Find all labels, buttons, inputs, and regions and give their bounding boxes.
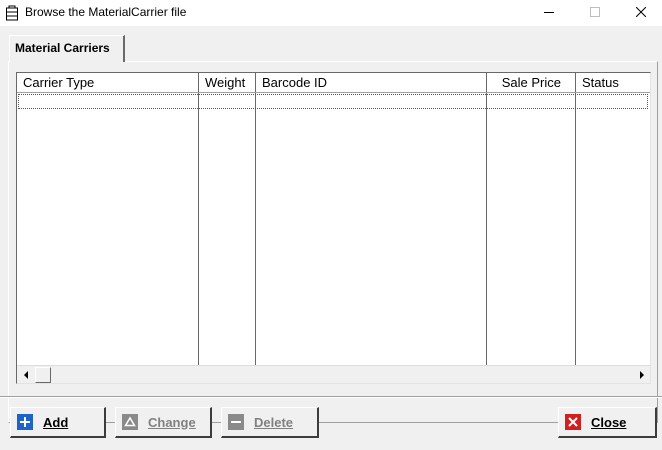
edit-icon (122, 414, 138, 430)
window-close-button[interactable] (618, 0, 662, 26)
column-line (199, 93, 256, 365)
column-header-barcode-id[interactable]: Barcode ID (256, 73, 487, 92)
minimize-icon (544, 6, 554, 20)
horizontal-scrollbar[interactable] (17, 365, 650, 383)
minimize-button[interactable] (526, 0, 572, 26)
scroll-left-button[interactable] (17, 367, 34, 383)
column-header-status[interactable]: Status (576, 73, 650, 92)
maximize-icon (590, 6, 600, 20)
close-button[interactable]: Close (558, 407, 657, 438)
carrier-list[interactable]: Carrier Type Weight Barcode ID Sale Pric… (16, 72, 651, 384)
title-bar[interactable]: Browse the MaterialCarrier file (0, 0, 662, 26)
tab-material-carriers[interactable]: Material Carriers (9, 35, 125, 62)
column-header-weight[interactable]: Weight (199, 73, 256, 92)
client-area: Material Carriers Carrier Type Weight Ba… (0, 26, 662, 450)
scroll-thumb[interactable] (35, 367, 51, 383)
column-header-carrier-type[interactable]: Carrier Type (17, 73, 199, 92)
close-icon (565, 414, 581, 430)
tab-label: Material Carriers (15, 41, 110, 55)
column-header-sale-price[interactable]: Sale Price (487, 73, 576, 92)
selected-row-focus[interactable] (18, 94, 648, 109)
list-header: Carrier Type Weight Barcode ID Sale Pric… (17, 73, 650, 93)
close-icon (635, 6, 647, 20)
change-button[interactable]: Change (115, 407, 212, 438)
close-button-label: Close (591, 414, 627, 430)
scroll-right-button[interactable] (633, 367, 650, 383)
change-button-label: Change (148, 414, 196, 430)
column-line (256, 93, 487, 365)
add-button[interactable]: Add (10, 407, 106, 438)
window-title: Browse the MaterialCarrier file (25, 5, 187, 19)
delete-button[interactable]: Delete (221, 407, 319, 438)
column-line (17, 93, 199, 365)
divider (0, 396, 662, 398)
plus-icon (17, 414, 33, 430)
column-grid (17, 93, 650, 365)
arrow-left-icon (23, 368, 29, 382)
database-icon (5, 5, 19, 21)
maximize-button[interactable] (572, 0, 618, 26)
arrow-right-icon (639, 368, 645, 382)
minus-icon (228, 414, 244, 430)
delete-button-label: Delete (254, 414, 294, 430)
add-button-label: Add (43, 414, 69, 430)
column-line (487, 93, 576, 365)
